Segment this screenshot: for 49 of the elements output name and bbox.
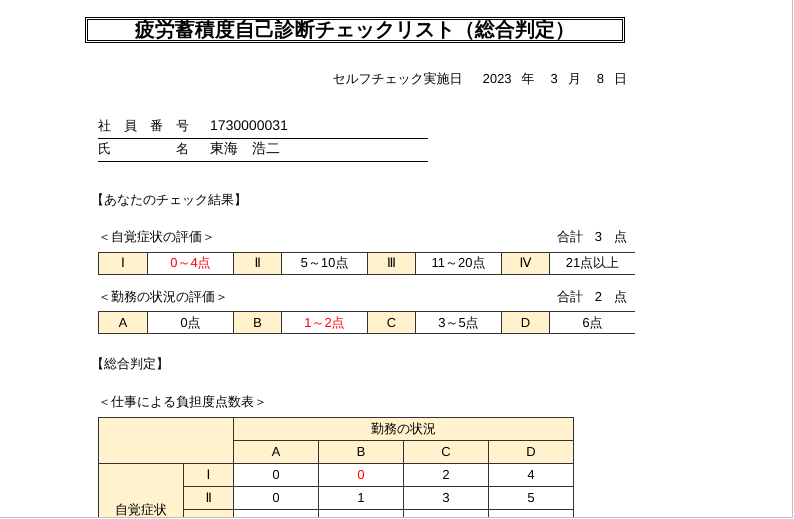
table-cell: 4 <box>488 464 574 486</box>
total-label: 合計 <box>556 288 583 306</box>
row-header: Ⅱ <box>184 486 234 510</box>
document-title: 疲労蓄積度自己診断チェックリスト（総合判定） <box>85 17 625 43</box>
section-heading: 【あなたのチェック結果】 <box>91 190 247 208</box>
range-cell: 6点 <box>549 312 635 333</box>
field-value: 東海 浩二 <box>210 138 280 158</box>
column-header: D <box>488 440 574 464</box>
scale-title: ＜勤務の状況の評価＞ <box>98 288 228 306</box>
table-cell: 3 <box>404 486 488 510</box>
total-score: 3 <box>594 228 602 246</box>
grade-cell: C <box>367 312 415 333</box>
grade-cell: Ⅲ <box>367 252 415 274</box>
field-label: 社 員 番 号 <box>98 117 190 135</box>
total-unit: 点 <box>614 288 627 306</box>
row-header: Ⅰ <box>184 464 234 486</box>
table-cell: 1 <box>318 486 404 510</box>
table-cell: 0 <box>318 464 404 486</box>
grade-cell: Ⅱ <box>233 252 281 274</box>
total-score: 2 <box>594 288 602 306</box>
table-cell: 0 <box>234 486 318 510</box>
date-day: 8 <box>596 69 604 88</box>
section-heading: 【総合判定】 <box>91 355 169 373</box>
date-label: セルフチェック実施日 <box>332 70 463 88</box>
date-year: 2023 <box>482 70 512 88</box>
grade-cell: D <box>501 312 549 333</box>
table-cell: 2 <box>404 464 488 486</box>
row-group-header: 自覚症状 <box>98 464 184 517</box>
total-unit: 点 <box>614 228 627 246</box>
field-label: 氏 名 <box>98 140 190 158</box>
field-value: 1730000031 <box>210 116 288 134</box>
year-unit: 年 <box>522 70 535 88</box>
grade-cell: Ⅳ <box>501 252 549 274</box>
table-cell: 5 <box>488 486 574 510</box>
month-unit: 月 <box>568 70 581 88</box>
date-month: 3 <box>550 70 558 88</box>
table-cell: 0 <box>234 464 318 486</box>
grade-cell: Ⅰ <box>99 252 147 274</box>
grade-cell: A <box>99 312 147 333</box>
scale-title: ＜自覚症状の評価＞ <box>98 228 215 246</box>
column-header: A <box>234 440 318 464</box>
grade-cell: B <box>233 312 281 333</box>
column-header: B <box>318 440 404 464</box>
day-unit: 日 <box>614 70 627 88</box>
column-group-header: 勤務の状況 <box>234 418 574 440</box>
total-label: 合計 <box>556 228 583 246</box>
range-cell: 21点以上 <box>549 252 635 274</box>
column-header: C <box>404 440 488 464</box>
table-title: ＜仕事による負担度点数表＞ <box>98 392 267 410</box>
